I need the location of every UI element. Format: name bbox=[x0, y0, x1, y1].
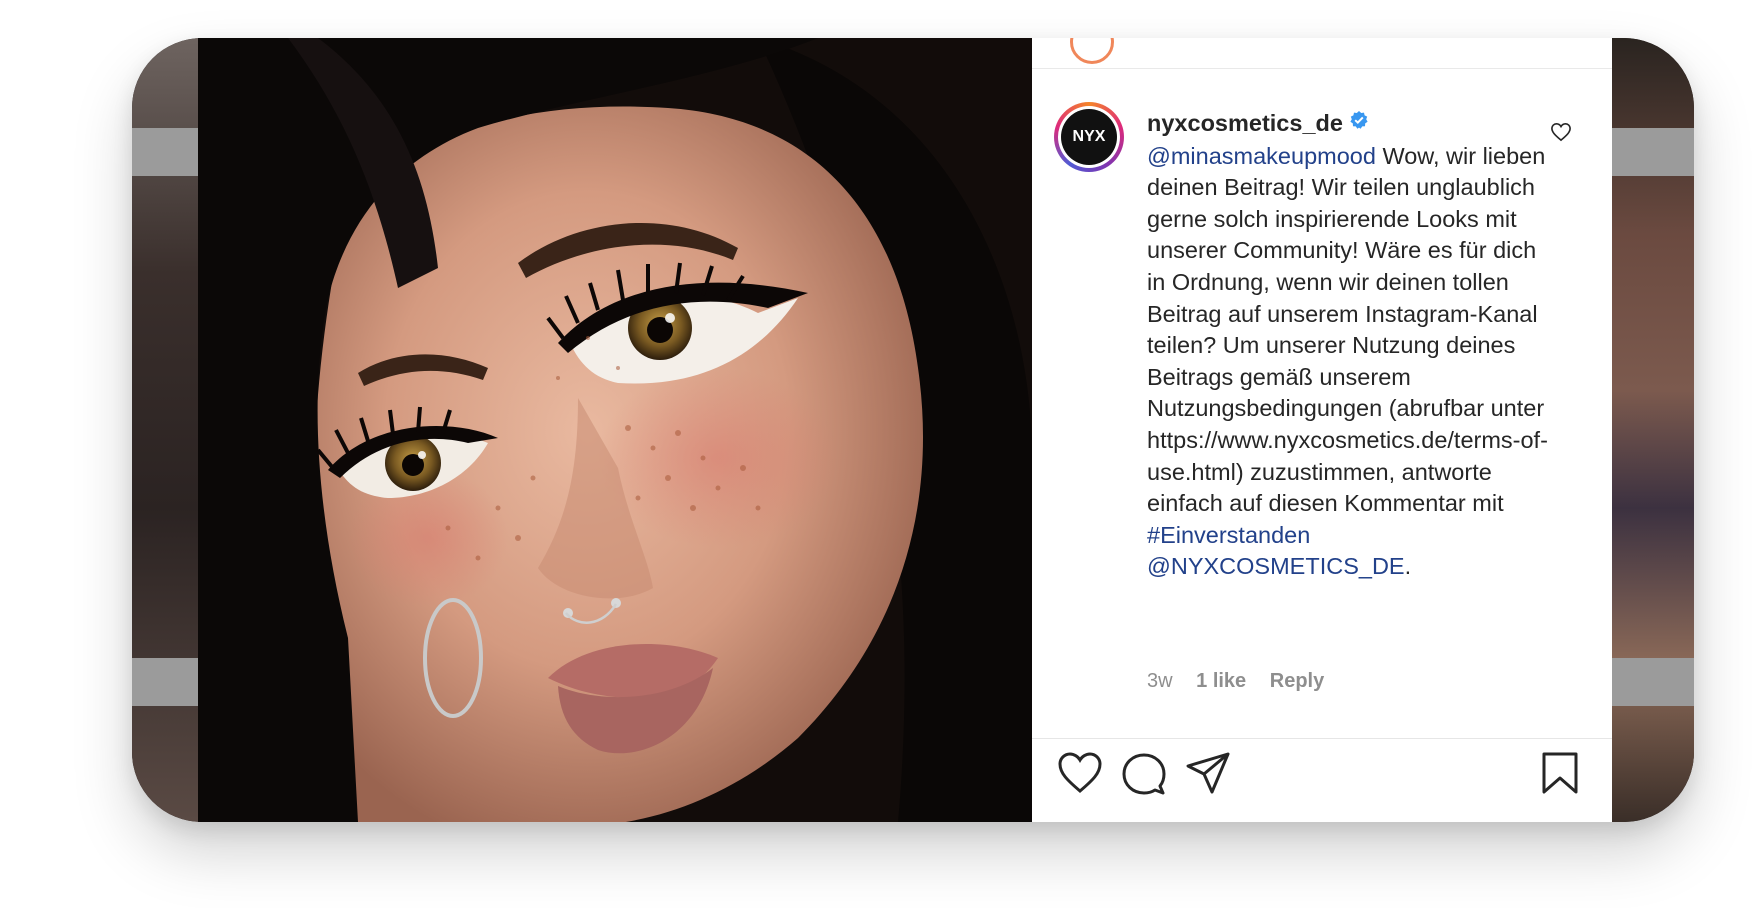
share-icon[interactable] bbox=[1184, 750, 1232, 801]
background-bar bbox=[132, 128, 198, 176]
mention-link[interactable]: @minasmakeupmood bbox=[1147, 143, 1376, 169]
comment-text: nyxcosmetics_de @minasmakeupmood Wow, wi… bbox=[1147, 108, 1552, 583]
bookmark-icon[interactable] bbox=[1538, 750, 1582, 801]
comment-end: . bbox=[1404, 553, 1412, 580]
comments-panel: NYX nyxcosmetics_de @minasmakeupmood Wow… bbox=[1032, 38, 1612, 822]
like-count[interactable]: 1 like bbox=[1196, 670, 1246, 692]
small-heart-icon[interactable] bbox=[1550, 122, 1572, 147]
divider bbox=[1032, 68, 1612, 69]
avatar[interactable]: NYX bbox=[1054, 102, 1124, 172]
comment-time: 3w bbox=[1147, 670, 1173, 692]
avatar-logo: NYX bbox=[1061, 109, 1117, 165]
comment-icon[interactable] bbox=[1120, 750, 1168, 801]
mention-link-2[interactable]: @NYXCOSMETICS_DE bbox=[1147, 553, 1405, 579]
divider bbox=[1032, 738, 1612, 739]
hashtag-link[interactable]: #Einverstanden bbox=[1147, 522, 1310, 548]
post-photo bbox=[198, 38, 1032, 822]
reply-button[interactable]: Reply bbox=[1270, 670, 1324, 692]
background-bar bbox=[1612, 128, 1694, 176]
background-bar bbox=[1612, 658, 1694, 706]
username-link[interactable]: nyxcosmetics_de bbox=[1147, 110, 1343, 136]
heart-icon[interactable] bbox=[1056, 750, 1104, 801]
verified-badge-icon bbox=[1349, 107, 1369, 139]
portrait-illustration bbox=[198, 38, 1032, 822]
previous-avatar[interactable] bbox=[1070, 38, 1114, 64]
comment-body: Wow, wir lieben deinen Beitrag! Wir teil… bbox=[1147, 142, 1546, 422]
post-modal: NYX nyxcosmetics_de @minasmakeupmood Wow… bbox=[132, 38, 1694, 822]
comment-meta: 3w 1 like Reply bbox=[1147, 670, 1342, 693]
background-bar bbox=[132, 658, 198, 706]
